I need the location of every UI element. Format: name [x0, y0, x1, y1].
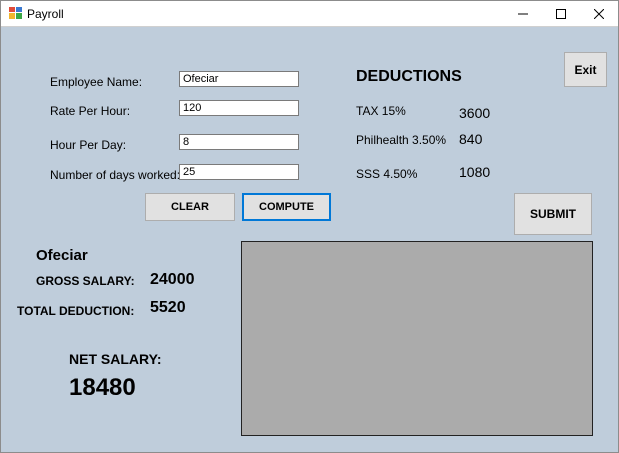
employee-name-field[interactable]: Ofeciar	[179, 71, 299, 87]
window-title: Payroll	[27, 7, 64, 21]
total-deduction-label: TOTAL DEDUCTION:	[17, 304, 135, 318]
gross-salary-label: GROSS SALARY:	[36, 274, 135, 288]
gross-salary-value: 24000	[150, 271, 195, 288]
display-panel	[241, 241, 593, 436]
net-salary-label: NET SALARY:	[69, 351, 162, 367]
clear-button[interactable]: CLEAR	[145, 193, 235, 221]
maximize-button[interactable]	[542, 1, 580, 26]
compute-button[interactable]: COMPUTE	[242, 193, 331, 221]
sss-label: SSS 4.50%	[356, 167, 418, 181]
total-deduction-value: 5520	[150, 299, 186, 316]
philhealth-value: 840	[459, 131, 483, 147]
payroll-window: Payroll Employee Name: Ofeciar Rate Per …	[0, 0, 619, 453]
philhealth-label: Philhealth 3.50%	[356, 133, 447, 147]
close-icon	[594, 8, 604, 19]
days-worked-label: Number of days worked:	[50, 168, 181, 182]
submit-button[interactable]: SUBMIT	[514, 193, 592, 235]
exit-button[interactable]: Exit	[564, 52, 607, 87]
minimize-icon	[518, 13, 528, 14]
hour-per-day-field[interactable]: 8	[179, 134, 299, 150]
rate-per-hour-field[interactable]: 120	[179, 100, 299, 116]
net-salary-value: 18480	[69, 374, 136, 401]
employee-name-display: Ofeciar	[36, 247, 88, 264]
days-worked-field[interactable]: 25	[179, 164, 299, 180]
tax-label: TAX 15%	[356, 104, 406, 118]
app-icon	[9, 7, 22, 19]
hour-per-day-label: Hour Per Day:	[50, 138, 127, 152]
title-bar[interactable]: Payroll	[1, 1, 618, 27]
maximize-icon	[556, 8, 566, 19]
employee-name-label: Employee Name:	[50, 75, 143, 89]
minimize-button[interactable]	[504, 1, 542, 26]
sss-value: 1080	[459, 164, 491, 180]
deductions-title: DEDUCTIONS	[356, 68, 462, 85]
tax-value: 3600	[459, 105, 491, 121]
close-button[interactable]	[580, 1, 618, 26]
rate-per-hour-label: Rate Per Hour:	[50, 104, 131, 118]
